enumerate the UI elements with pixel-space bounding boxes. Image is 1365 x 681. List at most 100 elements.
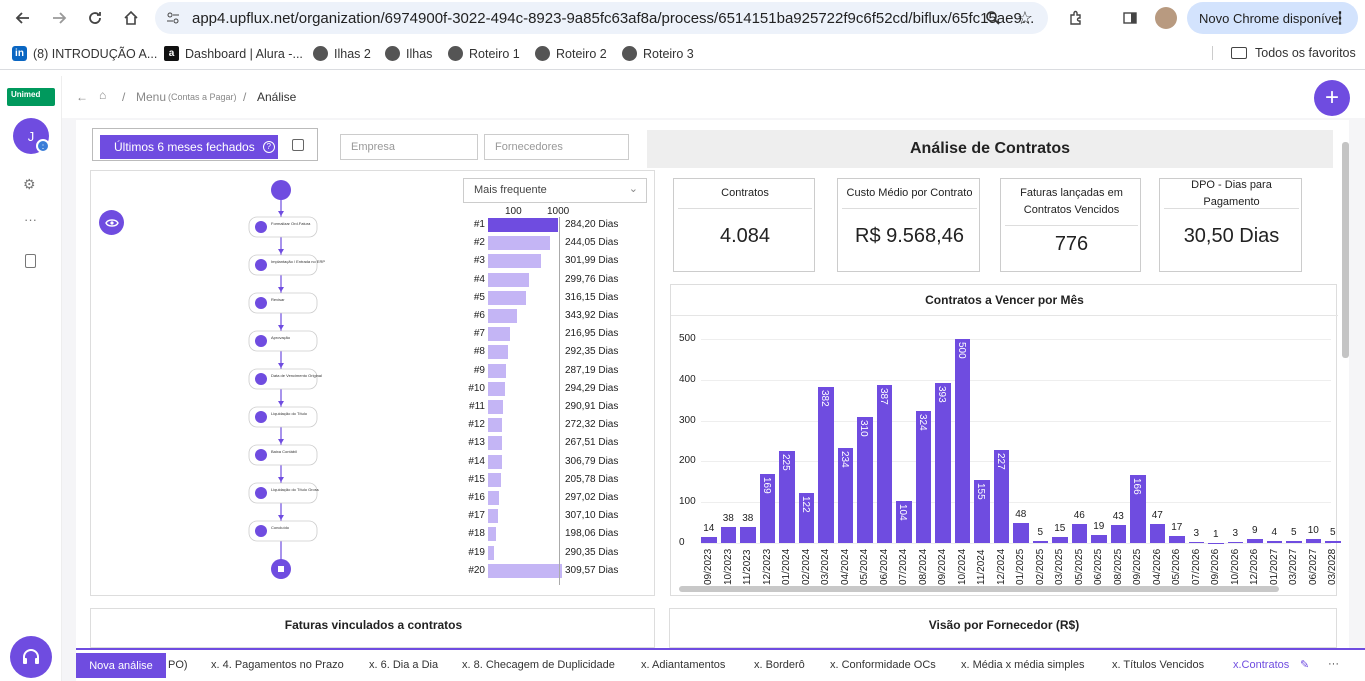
home-icon[interactable] xyxy=(116,3,146,33)
bar[interactable] xyxy=(1091,535,1107,543)
bookmark-star-icon[interactable]: ☆ xyxy=(1015,8,1035,28)
avatar-menu-badge[interactable]: ⋮ xyxy=(36,139,50,153)
all-bookmarks[interactable]: Todos os favoritos xyxy=(1212,46,1356,60)
calculator-icon[interactable] xyxy=(25,254,36,268)
variant-bar[interactable] xyxy=(488,363,506,378)
variant-row[interactable]: #20 309,57 Dias xyxy=(451,563,651,579)
variant-row[interactable]: #4 299,76 Dias xyxy=(451,272,651,288)
period-filter[interactable]: Últimos 6 meses fechados ? xyxy=(92,128,318,161)
breadcrumb-menu[interactable]: Menu xyxy=(136,90,166,104)
forward-icon[interactable] xyxy=(44,3,74,33)
bookmark-ilhas2[interactable]: Ilhas 2 xyxy=(313,46,371,61)
analysis-tab[interactable]: x. Adiantamentos xyxy=(641,659,725,671)
bar[interactable] xyxy=(1325,540,1341,543)
variant-bar[interactable] xyxy=(488,491,499,505)
variant-row[interactable]: #13 267,51 Dias xyxy=(451,436,651,451)
bar[interactable] xyxy=(1286,540,1302,543)
support-headset-icon[interactable] xyxy=(10,636,52,678)
empresa-input[interactable]: Empresa xyxy=(340,134,478,160)
site-settings-icon[interactable] xyxy=(163,8,183,28)
variant-row[interactable]: #14 306,79 Dias xyxy=(451,454,651,470)
bar[interactable] xyxy=(1110,525,1126,543)
variant-bar[interactable] xyxy=(488,272,529,287)
address-bar[interactable]: app4.upflux.net/organization/6974900f-30… xyxy=(155,2,1048,34)
extensions-icon[interactable] xyxy=(1064,4,1088,32)
variant-bar[interactable] xyxy=(488,509,498,524)
variant-bar[interactable] xyxy=(488,327,510,342)
bookmark-roteiro2[interactable]: Roteiro 2 xyxy=(535,46,607,61)
variant-row[interactable]: #17 307,10 Dias xyxy=(451,509,651,524)
variant-bar[interactable] xyxy=(488,345,508,360)
variant-bar[interactable] xyxy=(488,218,558,232)
edit-pencil-icon[interactable]: ✎ xyxy=(1300,658,1309,671)
tab-partial[interactable]: PO) xyxy=(168,659,188,671)
variant-row[interactable]: #6 343,92 Dias xyxy=(451,309,651,324)
variant-bar[interactable] xyxy=(488,418,502,433)
bar[interactable] xyxy=(1266,541,1282,543)
fornecedores-input[interactable]: Fornecedores xyxy=(484,134,629,160)
analysis-tab[interactable]: x. Média x média simples xyxy=(961,659,1085,671)
variant-bar[interactable] xyxy=(488,236,550,251)
new-analysis-button[interactable]: Nova análise xyxy=(76,653,166,678)
breadcrumb-home-icon[interactable]: ⌂ xyxy=(99,88,106,102)
variant-bar[interactable] xyxy=(488,254,541,269)
bar[interactable] xyxy=(740,527,756,543)
profile-avatar[interactable] xyxy=(1155,7,1177,29)
visibility-eye-button[interactable] xyxy=(99,210,124,235)
side-panel-icon[interactable] xyxy=(1118,4,1142,32)
variant-row[interactable]: #11 290,91 Dias xyxy=(451,400,651,415)
variant-bar[interactable] xyxy=(488,290,526,305)
variant-row[interactable]: #2 244,05 Dias xyxy=(451,236,651,251)
bar[interactable] xyxy=(954,339,970,543)
bar[interactable] xyxy=(1032,540,1048,543)
add-fab-button[interactable]: + xyxy=(1314,80,1350,116)
variant-row[interactable]: #7 216,95 Dias xyxy=(451,327,651,342)
variant-row[interactable]: #8 292,35 Dias xyxy=(451,345,651,360)
zoom-icon[interactable] xyxy=(983,8,1003,28)
bar[interactable] xyxy=(701,537,717,543)
bar[interactable] xyxy=(1169,536,1185,543)
bookmark-alura[interactable]: a Dashboard | Alura -... xyxy=(164,46,303,61)
variant-bar[interactable] xyxy=(488,454,502,469)
bookmark-roteiro3[interactable]: Roteiro 3 xyxy=(622,46,694,61)
variant-bar[interactable] xyxy=(488,309,517,323)
chart-scrollbar[interactable] xyxy=(679,586,1279,592)
analysis-tab[interactable]: x. 8. Checagem de Duplicidade xyxy=(462,659,615,671)
back-icon[interactable] xyxy=(8,3,38,33)
bar[interactable] xyxy=(1188,541,1204,543)
menu-kebab-icon[interactable]: ⋮ xyxy=(1332,8,1348,28)
calendar-icon[interactable] xyxy=(292,139,304,151)
bar[interactable] xyxy=(1305,538,1321,543)
variant-bar[interactable] xyxy=(488,381,505,396)
variant-bar[interactable] xyxy=(488,545,494,560)
back-arrow-icon[interactable]: ← xyxy=(76,90,88,104)
bar[interactable] xyxy=(720,527,736,543)
bar[interactable] xyxy=(1013,523,1029,543)
variant-bar[interactable] xyxy=(488,563,562,578)
sort-select[interactable]: Mais frequente ⌄ xyxy=(463,178,647,203)
bookmark-ilhas[interactable]: Ilhas xyxy=(385,46,432,61)
bar[interactable] xyxy=(1052,536,1068,543)
variant-row[interactable]: #9 287,19 Dias xyxy=(451,363,651,379)
analysis-tab[interactable]: x. Conformidade OCs xyxy=(830,659,936,671)
analysis-tab[interactable]: x. 4. Pagamentos no Prazo xyxy=(211,659,344,671)
variant-row[interactable]: #19 290,35 Dias xyxy=(451,545,651,561)
period-button[interactable]: Últimos 6 meses fechados ? xyxy=(100,135,278,159)
variant-row[interactable]: #16 297,02 Dias xyxy=(451,491,651,506)
variant-bar[interactable] xyxy=(488,436,502,451)
bar[interactable] xyxy=(935,382,951,543)
variant-row[interactable]: #12 272,32 Dias xyxy=(451,418,651,433)
more-dots-icon[interactable]: ··· xyxy=(24,212,37,227)
bar[interactable] xyxy=(1247,539,1263,543)
reload-icon[interactable] xyxy=(80,3,110,33)
variant-row[interactable]: #1 284,20 Dias xyxy=(451,218,651,233)
analysis-tab[interactable]: x. Títulos Vencidos xyxy=(1112,659,1204,671)
help-circle-icon[interactable]: ? xyxy=(262,141,275,153)
bookmark-roteiro1[interactable]: Roteiro 1 xyxy=(448,46,520,61)
bar[interactable] xyxy=(1149,523,1165,543)
variant-row[interactable]: #15 205,78 Dias xyxy=(451,472,651,488)
variant-row[interactable]: #18 198,06 Dias xyxy=(451,527,651,542)
bar[interactable] xyxy=(876,385,892,543)
variant-row[interactable]: #3 301,99 Dias xyxy=(451,254,651,269)
analysis-tab[interactable]: x.Contratos xyxy=(1233,659,1289,671)
